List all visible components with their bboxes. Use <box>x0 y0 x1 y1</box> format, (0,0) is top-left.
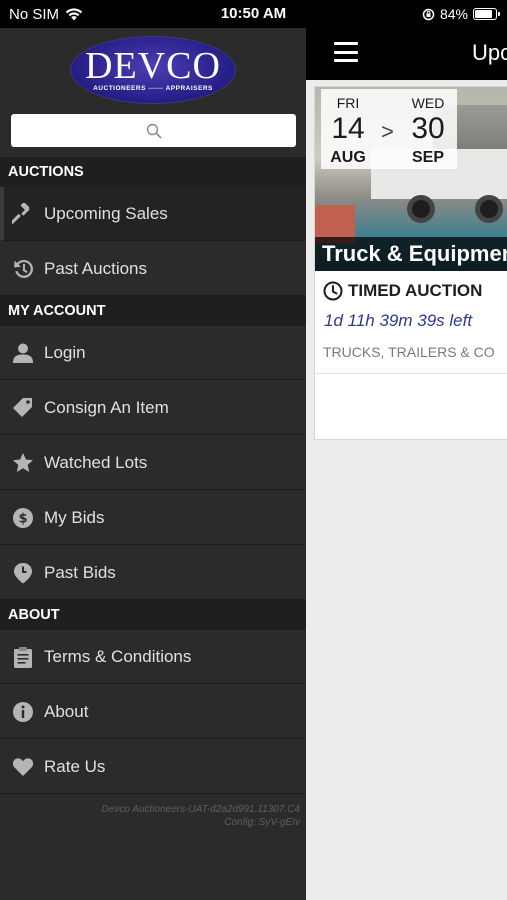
clipboard-icon <box>11 645 35 669</box>
countdown-timer: 1d 11h 39m 39s left <box>324 311 473 330</box>
top-bar: Upcoming Sales <box>306 28 507 80</box>
tag-icon <box>11 396 35 420</box>
status-right: 84% <box>422 6 500 22</box>
devco-logo: DEVCO AUCTIONEERS ─── APPRAISERS <box>70 36 236 104</box>
menu-item-label: Past Bids <box>44 562 116 582</box>
menu-item-my-bids[interactable]: $ My Bids <box>0 491 306 545</box>
user-icon <box>11 341 35 365</box>
gavel-icon <box>11 202 35 226</box>
search-input[interactable] <box>11 114 296 147</box>
heart-icon <box>11 755 35 779</box>
menu-item-past-bids[interactable]: Past Bids <box>0 546 306 600</box>
menu-item-login[interactable]: Login <box>0 326 306 380</box>
navigation-drawer: DEVCO AUCTIONEERS ─── APPRAISERS AUCTION… <box>0 28 306 900</box>
menu-icon[interactable] <box>334 42 358 62</box>
end-day: WED <box>411 95 445 111</box>
app-version-info: Devco Auctioneers-UAT-d2a2d991.11307.C4 … <box>102 803 300 829</box>
section-header-my-account: MY ACCOUNT <box>0 296 306 326</box>
version-line: Devco Auctioneers-UAT-d2a2d991.11307.C4 <box>101 804 300 815</box>
menu-item-label: Consign An Item <box>44 397 169 417</box>
status-bar: No SIM 10:50 AM 84% <box>0 0 507 28</box>
battery-percent: 84% <box>439 6 468 22</box>
logo-subtitle: AUCTIONEERS ─── APPRAISERS <box>93 85 213 92</box>
menu-item-rate-us[interactable]: Rate Us <box>0 740 306 794</box>
menu-item-past-auctions[interactable]: Past Auctions <box>0 242 306 296</box>
search-icon <box>146 123 161 138</box>
menu-item-watched-lots[interactable]: Watched Lots <box>0 436 306 490</box>
card-divider <box>315 373 507 374</box>
auction-type: TIMED AUCTION <box>323 281 482 301</box>
auction-image: FRI 14 AUG > WED 30 SEP Truck & Equipmen… <box>315 87 507 271</box>
logo-title: DEVCO <box>85 45 221 87</box>
menu-item-label: Upcoming Sales <box>44 203 168 223</box>
auction-type-label: TIMED AUCTION <box>348 281 483 300</box>
menu-item-terms[interactable]: Terms & Conditions <box>0 630 306 684</box>
menu-item-about[interactable]: About <box>0 685 306 739</box>
battery-level <box>475 10 492 18</box>
menu-item-label: Login <box>44 342 86 362</box>
menu-item-label: Past Auctions <box>44 258 148 278</box>
main-content: Upcoming Sales FRI 14 AUG > WED 30 SEP T… <box>306 28 507 900</box>
dollar-icon: $ <box>11 506 35 530</box>
menu-item-label: My Bids <box>44 507 105 527</box>
auction-categories: TRUCKS, TRAILERS & CO <box>323 344 495 360</box>
auction-title: Truck & Equipment <box>315 237 507 271</box>
config-line: Config: SyV-gEIv <box>224 817 300 828</box>
auction-card[interactable]: FRI 14 AUG > WED 30 SEP Truck & Equipmen… <box>314 86 507 440</box>
menu-item-label: Rate Us <box>44 756 106 776</box>
history-icon <box>11 257 35 281</box>
menu-item-label: About <box>44 701 89 721</box>
end-month: SEP <box>411 149 444 166</box>
orientation-lock-icon <box>422 8 435 20</box>
clock-icon <box>323 281 343 301</box>
star-icon <box>11 451 35 475</box>
section-header-about: ABOUT <box>0 600 306 630</box>
wheel-shape <box>475 195 503 223</box>
page-title: Upcoming Sales <box>472 40 507 65</box>
start-month: AUG <box>330 149 366 166</box>
menu-item-upcoming-sales[interactable]: Upcoming Sales <box>0 187 306 241</box>
menu-item-label: Watched Lots <box>44 452 148 472</box>
menu-item-consign[interactable]: Consign An Item <box>0 381 306 435</box>
start-day: FRI <box>336 95 360 111</box>
logo-container: DEVCO AUCTIONEERS ─── APPRAISERS <box>0 28 306 112</box>
battery-icon <box>473 8 500 20</box>
date-range: FRI 14 AUG > WED 30 SEP <box>321 89 457 169</box>
svg-text:$: $ <box>18 511 27 526</box>
section-header-auctions: AUCTIONS <box>0 157 306 187</box>
start-date: 14 <box>331 112 365 145</box>
location-history-icon <box>11 561 35 585</box>
menu-item-label: Terms & Conditions <box>44 646 192 666</box>
date-arrow: > <box>381 119 394 144</box>
wheel-shape <box>407 195 435 223</box>
end-date: 30 <box>411 112 445 145</box>
info-icon <box>11 700 35 724</box>
